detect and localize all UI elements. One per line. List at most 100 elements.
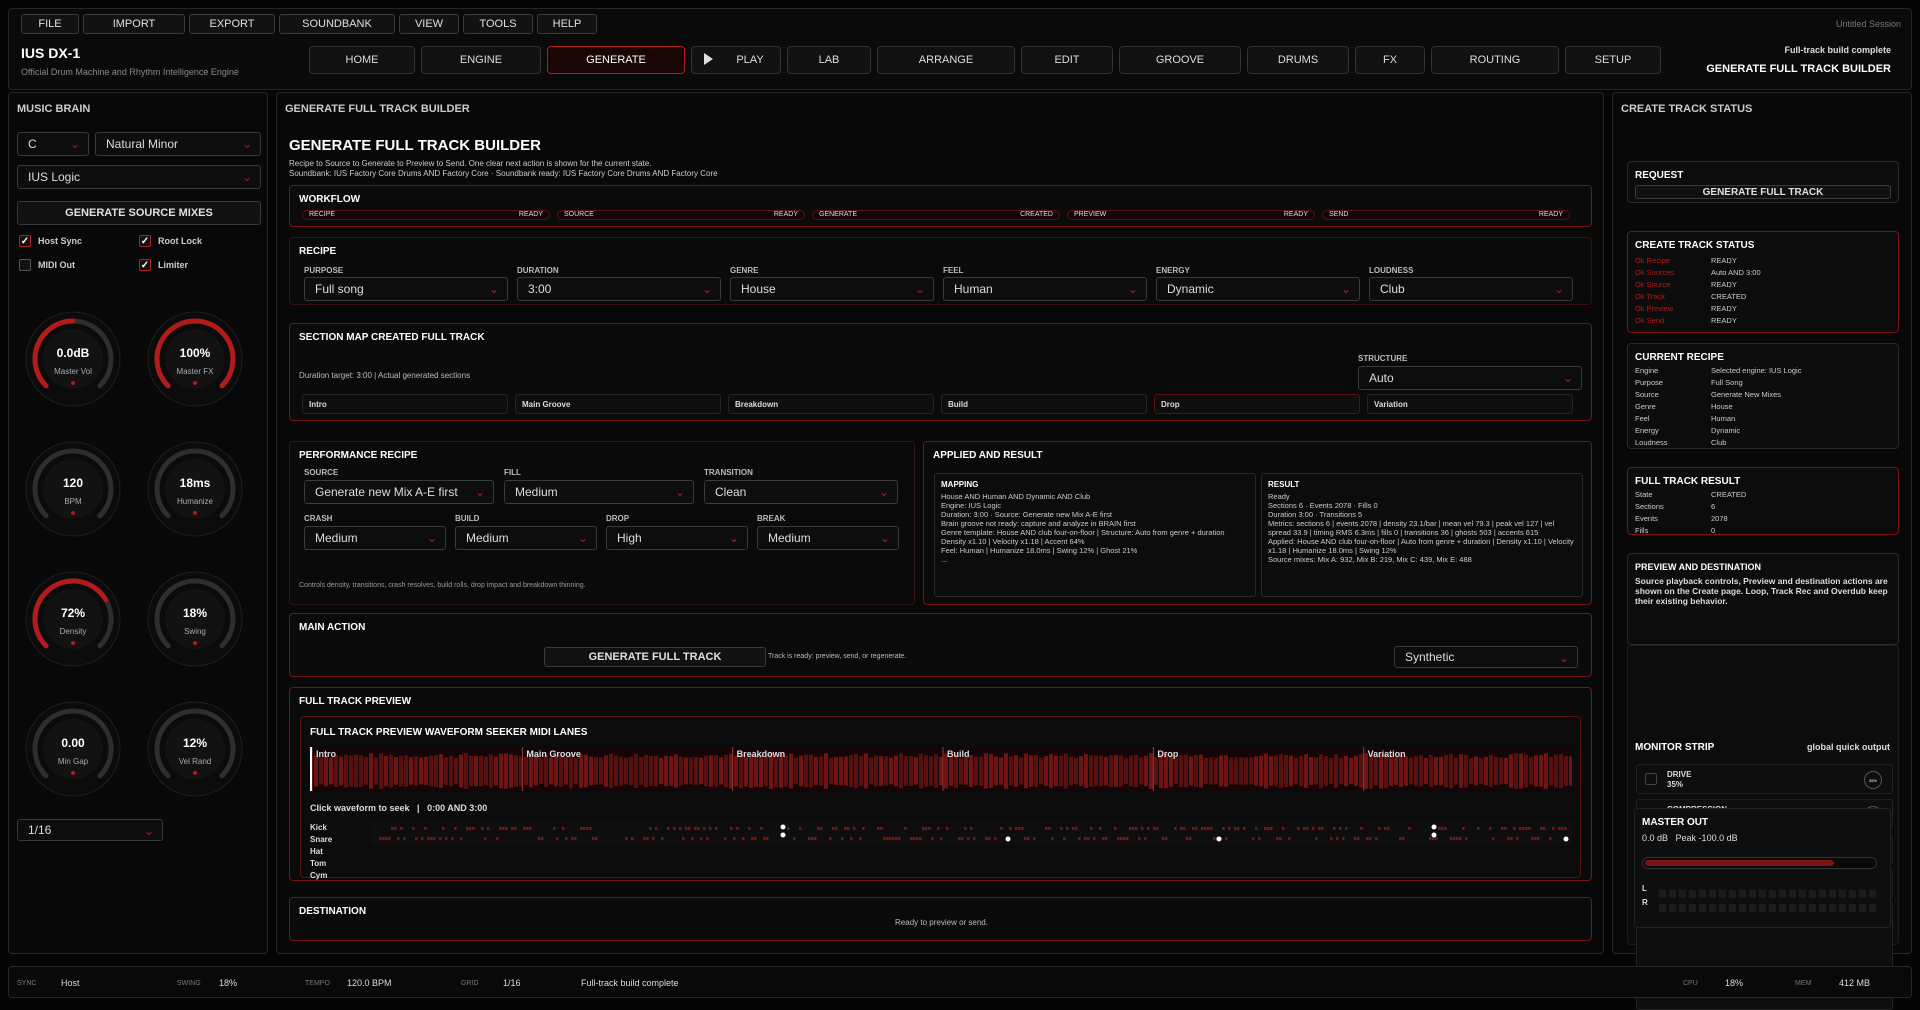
- master-levels: 0.0 dB Peak -100.0 dB: [1642, 833, 1738, 843]
- tab-engine[interactable]: ENGINE: [421, 46, 541, 74]
- midi-note: [1513, 827, 1516, 830]
- workflow-step-source[interactable]: SOURCE READY: [557, 210, 805, 220]
- menu-file[interactable]: FILE: [21, 14, 79, 34]
- recipe-section: RECIPE PURPOSE Full song ⌄ DURATION 3:00 ⌄ GEN…: [289, 237, 1592, 305]
- recipe-feel-select[interactable]: Human ⌄: [943, 277, 1147, 301]
- section-breakdown[interactable]: Breakdown: [728, 394, 934, 414]
- midi-note: [1303, 827, 1306, 830]
- request-generate-button[interactable]: GENERATE FULL TRACK: [1635, 185, 1891, 199]
- knob-label: Min Gap: [57, 757, 89, 766]
- knob-swing[interactable]: 18% Swing: [145, 569, 245, 669]
- knob-bpm[interactable]: 120 BPM: [23, 439, 123, 539]
- midi-note: [1540, 827, 1543, 830]
- key-select[interactable]: C ⌄: [17, 132, 89, 156]
- tab-play[interactable]: PLAY: [691, 46, 781, 74]
- menu-import[interactable]: IMPORT: [83, 14, 185, 34]
- section-build[interactable]: Build: [941, 394, 1147, 414]
- knob-master-vol[interactable]: 0.0dB Master Vol: [23, 309, 123, 409]
- perf-drop-select[interactable]: High ⌄: [606, 526, 748, 550]
- tab-setup[interactable]: SETUP: [1565, 46, 1661, 74]
- menu-help[interactable]: HELP: [537, 14, 597, 34]
- info-value: CREATED: [1711, 292, 1747, 301]
- waveform-seeker[interactable]: Intro Main Groove Breakdown Build Drop Variat…: [310, 747, 1572, 791]
- generate-full-track-button[interactable]: GENERATE FULL TRACK: [544, 647, 766, 667]
- workflow-step-recipe[interactable]: RECIPE READY: [302, 210, 550, 220]
- render-mode-value: Synthetic: [1405, 650, 1455, 664]
- grid-select[interactable]: 1/16 ⌄: [17, 819, 163, 841]
- midi-note: [481, 827, 484, 830]
- midi-note: [1525, 827, 1528, 830]
- midi-note: [667, 827, 670, 830]
- meter-segment: [1699, 890, 1706, 898]
- perf-build-select[interactable]: Medium ⌄: [455, 526, 597, 550]
- tab-lab[interactable]: LAB: [787, 46, 871, 74]
- recipe-genre-select[interactable]: House ⌄: [730, 277, 934, 301]
- knob-master-fx[interactable]: 100% Master FX: [145, 309, 245, 409]
- monitor-drive[interactable]: DRIVE 35% 35%: [1636, 764, 1893, 794]
- tab-routing[interactable]: ROUTING: [1431, 46, 1559, 74]
- knob-density[interactable]: 72% Density: [23, 569, 123, 669]
- knob-humanize[interactable]: 18ms Humanize: [145, 439, 245, 539]
- waveform-bar: [599, 757, 603, 785]
- recipe-purpose-select[interactable]: Full song ⌄: [304, 277, 508, 301]
- perf-source-select[interactable]: Generate new Mix A-E first ⌄: [304, 480, 494, 504]
- engine-select[interactable]: IUS Logic ⌄: [17, 165, 261, 189]
- menu-view[interactable]: VIEW: [399, 14, 459, 34]
- checkbox-host-sync[interactable]: ✓ Host Sync: [19, 235, 82, 247]
- perf-fill-select[interactable]: Medium ⌄: [504, 480, 694, 504]
- workflow-step-preview[interactable]: PREVIEW READY: [1067, 210, 1315, 220]
- checkbox-root-lock[interactable]: ✓ Root Lock: [139, 235, 202, 247]
- knob-min-gap[interactable]: 0.00 Min Gap: [23, 699, 123, 799]
- waveform-bar: [789, 753, 793, 789]
- menu-tools[interactable]: TOOLS: [463, 14, 533, 34]
- tab-drums[interactable]: DRUMS: [1247, 46, 1349, 74]
- monitor-toggle[interactable]: [1645, 773, 1657, 785]
- perf-crash-select[interactable]: Medium ⌄: [304, 526, 446, 550]
- lane-label-hat: Hat: [310, 847, 323, 856]
- check-icon: ✓: [139, 235, 151, 247]
- recipe-energy-select[interactable]: Dynamic ⌄: [1156, 277, 1360, 301]
- midi-note: [1534, 837, 1537, 840]
- tab-generate[interactable]: GENERATE: [547, 46, 685, 74]
- knob-vel-rand[interactable]: 12% Vel Rand: [145, 699, 245, 799]
- tab-groove[interactable]: GROOVE: [1119, 46, 1241, 74]
- waveform-bar: [909, 756, 913, 786]
- mapping-line: Density x1.10 | Velocity x1.18 | Accent …: [941, 537, 1085, 546]
- tab-fx[interactable]: FX: [1355, 46, 1425, 74]
- tab-arrange[interactable]: ARRANGE: [877, 46, 1015, 74]
- waveform-bar: [1314, 757, 1318, 785]
- workflow-step-send[interactable]: SEND READY: [1322, 210, 1570, 220]
- waveform-bar: [679, 756, 683, 786]
- recipe-duration-select-value: 3:00: [528, 282, 552, 296]
- recipe-duration-select[interactable]: 3:00 ⌄: [517, 277, 721, 301]
- checkbox-midi-out[interactable]: MIDI Out: [19, 259, 75, 271]
- midi-note: [1027, 837, 1030, 840]
- midi-note: [817, 827, 820, 830]
- tab-home[interactable]: HOME: [309, 46, 415, 74]
- perf-crash-select-value: Medium: [315, 531, 358, 545]
- section-main-groove[interactable]: Main Groove: [515, 394, 721, 414]
- section-intro[interactable]: Intro: [302, 394, 508, 414]
- midi-note: [574, 837, 577, 840]
- recipe-loudness-select[interactable]: Club ⌄: [1369, 277, 1573, 301]
- section-variation[interactable]: Variation: [1367, 394, 1573, 414]
- midi-note: [1087, 837, 1090, 840]
- scale-select[interactable]: Natural Minor ⌄: [95, 132, 261, 156]
- perf-break-select[interactable]: Medium ⌄: [757, 526, 899, 550]
- monitor-knob[interactable]: 35%: [1864, 771, 1882, 789]
- perf-transition-select[interactable]: Clean ⌄: [704, 480, 898, 504]
- midi-lanes[interactable]: [371, 821, 1573, 845]
- checkbox-limiter[interactable]: ✓ Limiter: [139, 259, 188, 271]
- waveform-bar: [784, 755, 788, 787]
- midi-note: [916, 837, 919, 840]
- midi-note: [1492, 837, 1495, 840]
- section-drop[interactable]: Drop: [1154, 394, 1360, 414]
- seek-info: Click waveform to seek | 0:00 AND 3:00: [310, 803, 488, 813]
- structure-select[interactable]: Auto ⌄: [1358, 366, 1582, 390]
- menu-soundbank[interactable]: SOUNDBANK: [279, 14, 395, 34]
- tab-edit[interactable]: EDIT: [1021, 46, 1113, 74]
- generate-source-mixes-button[interactable]: GENERATE SOURCE MIXES: [17, 201, 261, 225]
- render-mode-select[interactable]: Synthetic ⌄: [1394, 646, 1578, 668]
- workflow-step-generate[interactable]: GENERATE CREATED: [812, 210, 1060, 220]
- menu-export[interactable]: EXPORT: [189, 14, 275, 34]
